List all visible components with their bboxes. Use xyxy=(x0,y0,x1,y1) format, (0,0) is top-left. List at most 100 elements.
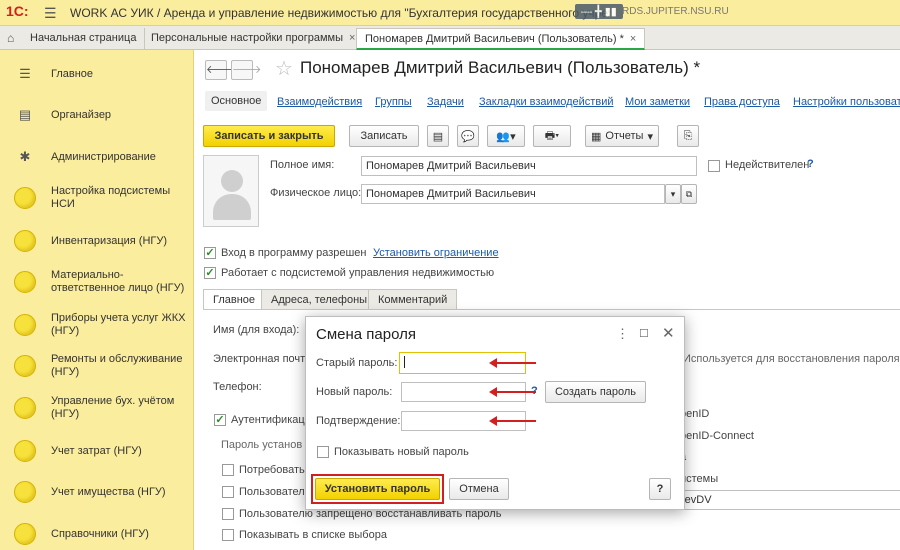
reports-button[interactable]: ▦ Отчеты ▾ xyxy=(585,125,659,147)
maximize-icon[interactable]: ☐ xyxy=(639,327,649,340)
person-label: Физическое лицо: xyxy=(270,187,362,199)
sidebar-item-responsible-person[interactable]: Материально-ответственное лицо (НГУ) xyxy=(0,269,194,295)
sidebar-item-label: Органайзер xyxy=(51,108,112,121)
person-input[interactable]: Пономарев Дмитрий Васильевич xyxy=(361,184,665,204)
circle-icon xyxy=(14,355,36,377)
save-and-close-button[interactable]: Записать и закрыть xyxy=(203,125,335,147)
os-user-value: revDV xyxy=(681,494,712,506)
annotation-arrow xyxy=(489,358,536,368)
tab-comment[interactable]: Комментарий xyxy=(368,289,458,310)
show-new-password-checkbox[interactable] xyxy=(317,446,329,458)
sidebar-item-label: Инвентаризация (НГУ) xyxy=(51,234,168,247)
tab-main[interactable]: Главное xyxy=(203,289,266,310)
print-icon[interactable]: 🖶▾ xyxy=(533,125,571,147)
generate-password-button[interactable]: Создать пароль xyxy=(545,381,646,403)
sidebar-item-accounting[interactable]: Управление бух. учётом (НГУ) xyxy=(0,395,194,421)
user-forbidden-change-checkbox[interactable] xyxy=(222,486,234,498)
app-logo: 1С: xyxy=(6,3,29,19)
dropdown-button[interactable]: ▾ xyxy=(665,184,681,204)
full-name-input[interactable]: Пономарев Дмитрий Васильевич xyxy=(361,156,697,176)
login-allowed-label: Вход в программу разрешен xyxy=(221,247,367,259)
section-my-notes[interactable]: Мои заметки xyxy=(625,96,690,108)
authentication-checkbox[interactable]: ✓ xyxy=(214,414,226,426)
tab-personal-settings[interactable]: Персональные настройки программы × xyxy=(143,28,365,50)
circle-icon xyxy=(14,314,36,336)
set-restriction-link[interactable]: Установить ограничение xyxy=(373,247,499,259)
tab-label: Начальная страница xyxy=(30,32,137,44)
inactive-label: Недействителен xyxy=(725,159,810,171)
login-allowed-checkbox[interactable]: ✓ xyxy=(204,247,216,259)
reports-label: Отчеты xyxy=(605,130,644,142)
open-tabs-bar: ⌂ Начальная страница Персональные настро… xyxy=(0,26,900,50)
server-name: RDS.JUPITER.NSU.RU xyxy=(622,6,729,17)
help-icon[interactable]: ? xyxy=(531,385,538,397)
tab-addresses-phones[interactable]: Адреса, телефоны xyxy=(261,289,378,310)
forward-button[interactable]: 🡒 xyxy=(231,60,262,80)
help-icon[interactable]: ? xyxy=(807,158,814,170)
sidebar-item-main[interactable]: ☰ Главное xyxy=(0,63,194,85)
close-icon[interactable]: ✕ xyxy=(662,324,675,342)
require-change-label: Потребовать xyxy=(239,464,305,476)
show-in-list-label: Показывать в списке выбора xyxy=(239,529,387,541)
close-icon[interactable]: × xyxy=(349,32,355,44)
home-icon[interactable]: ⌂ xyxy=(7,31,14,45)
main-menu-icon[interactable]: ☰ xyxy=(44,5,57,22)
login-name-label: Имя (для входа): xyxy=(213,324,300,336)
section-main[interactable]: Основное xyxy=(205,91,268,111)
cancel-button[interactable]: Отмена xyxy=(449,478,509,500)
more-icon[interactable]: ⋮ xyxy=(616,326,629,342)
tab-home-page[interactable]: Начальная страница xyxy=(22,28,146,50)
remote-session-controls[interactable]: — ╋ ▮▮ xyxy=(575,4,623,19)
sidebar-item-property[interactable]: Учет имущества (НГУ) xyxy=(0,481,194,503)
sidebar-item-meters[interactable]: Приборы учета услуг ЖКХ (НГУ) xyxy=(0,312,194,338)
sidebar-item-catalogs[interactable]: Справочники (НГУ) xyxy=(0,523,194,545)
tab-user-form[interactable]: Пономарев Дмитрий Васильевич (Пользовате… xyxy=(356,28,646,50)
back-button[interactable]: 🡐 xyxy=(205,60,236,80)
sidebar-item-inventory[interactable]: Инвентаризация (НГУ) xyxy=(0,230,194,252)
show-in-list-checkbox[interactable] xyxy=(222,529,234,541)
sidebar-item-label: Управление бух. учётом (НГУ) xyxy=(51,395,175,420)
chevron-down-icon: ▾ xyxy=(647,130,653,143)
sidebar-item-label: Справочники (НГУ) xyxy=(51,527,149,540)
list-icon[interactable]: ▤ xyxy=(427,125,449,147)
open-icon[interactable]: ⧉ xyxy=(681,184,697,204)
set-password-button[interactable]: Установить пароль xyxy=(315,478,440,500)
organizer-icon: ▤ xyxy=(18,107,32,122)
section-access-rights[interactable]: Права доступа xyxy=(704,96,780,108)
works-with-subsystem-checkbox[interactable]: ✓ xyxy=(204,267,216,279)
require-change-checkbox[interactable] xyxy=(222,464,234,476)
password-set-label: Пароль установ xyxy=(221,439,303,451)
section-groups[interactable]: Группы xyxy=(375,96,412,108)
user-forbidden-change-label: Пользователь xyxy=(239,486,311,498)
sidebar-item-repairs[interactable]: Ремонты и обслуживание (НГУ) xyxy=(0,353,194,379)
report-icon: ▦ xyxy=(591,130,602,143)
circle-icon xyxy=(14,440,36,462)
sidebar-item-organizer[interactable]: ▤ Органайзер xyxy=(0,104,194,126)
section-interaction-bookmarks[interactable]: Закладки взаимодействий xyxy=(479,96,613,108)
section-interactions[interactable]: Взаимодействия xyxy=(277,96,362,108)
title-bar: 1С: ☰ WORK АС УИК / Аренда и управление … xyxy=(0,0,900,26)
sidebar-item-label: Ремонты и обслуживание (НГУ) xyxy=(51,353,183,378)
circle-icon xyxy=(14,271,36,293)
comment-icon[interactable]: 💬 xyxy=(457,125,479,147)
forbid-restore-checkbox[interactable] xyxy=(222,508,234,520)
section-user-settings[interactable]: Настройки пользовате xyxy=(793,96,900,108)
works-with-subsystem-label: Работает с подсистемой управления недвиж… xyxy=(221,267,495,279)
window-title: WORK АС УИК / Аренда и управление недвиж… xyxy=(70,6,610,20)
phone-label: Телефон: xyxy=(213,381,262,393)
export-icon[interactable]: ⎘ xyxy=(677,125,699,147)
favorite-star-icon[interactable]: ☆ xyxy=(275,56,293,81)
user-photo[interactable] xyxy=(203,155,259,227)
sidebar-item-costs[interactable]: Учет затрат (НГУ) xyxy=(0,440,194,462)
save-button[interactable]: Записать xyxy=(349,125,419,147)
sidebar-item-label: Учет имущества (НГУ) xyxy=(51,485,166,498)
sidebar-item-administration[interactable]: ✱ Администрирование xyxy=(0,146,194,168)
sidebar-item-nsi-settings[interactable]: Настройка подсистемы НСИ xyxy=(0,185,194,211)
help-button[interactable]: ? xyxy=(649,478,671,500)
circle-icon xyxy=(14,523,36,545)
section-tasks[interactable]: Задачи xyxy=(427,96,464,108)
openid-connect-label: penID-Connect xyxy=(680,430,754,442)
users-icon[interactable]: 👥▾ xyxy=(487,125,525,147)
inactive-checkbox[interactable] xyxy=(708,160,720,172)
close-icon[interactable]: × xyxy=(630,33,636,45)
